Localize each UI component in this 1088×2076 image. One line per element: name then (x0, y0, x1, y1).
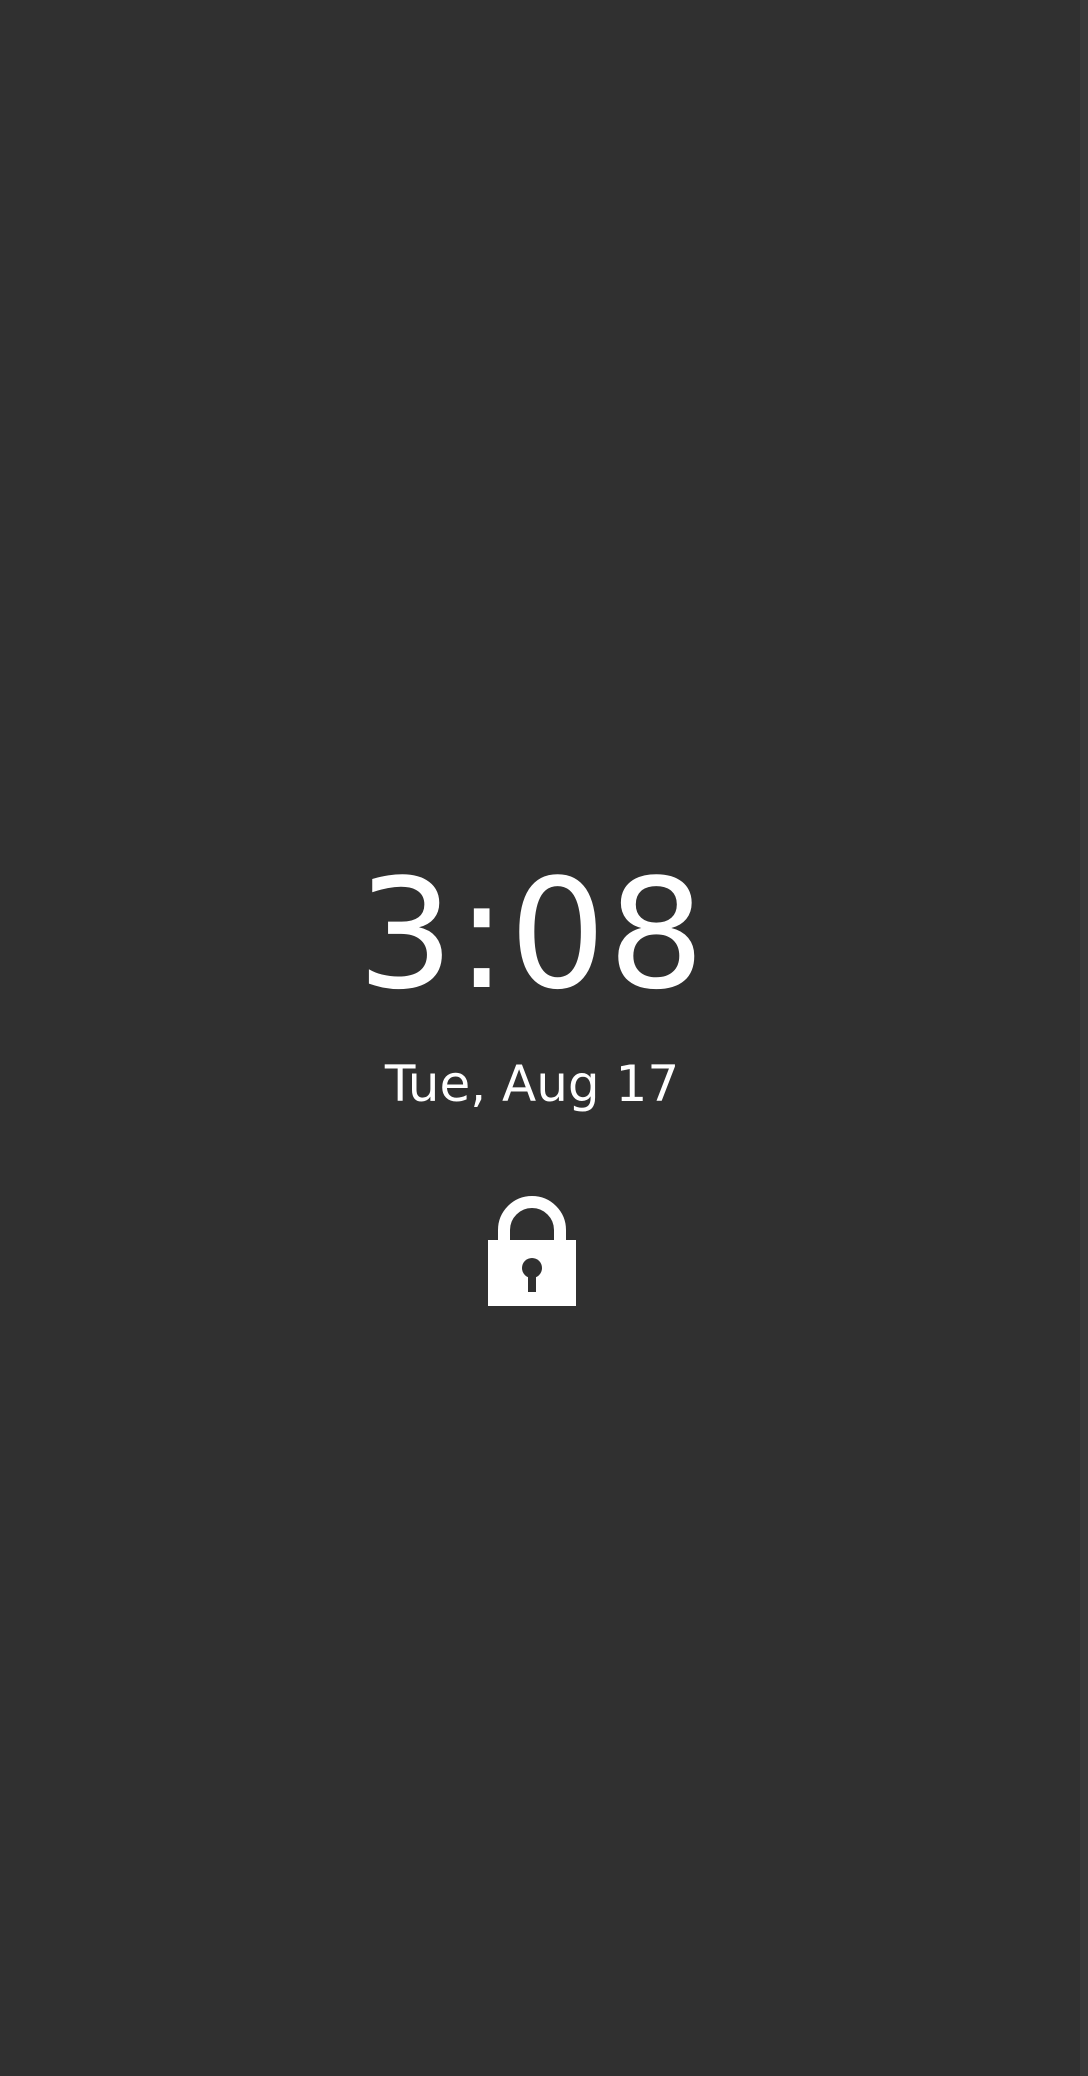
lock-screen[interactable]: 3:08 Tue, Aug 17 (0, 0, 1080, 2076)
clock-time: 3:08 (357, 846, 707, 1023)
lock-icon[interactable] (486, 1190, 578, 1308)
screen-edge (1080, 0, 1088, 2076)
clock-date: Tue, Aug 17 (384, 1055, 680, 1113)
